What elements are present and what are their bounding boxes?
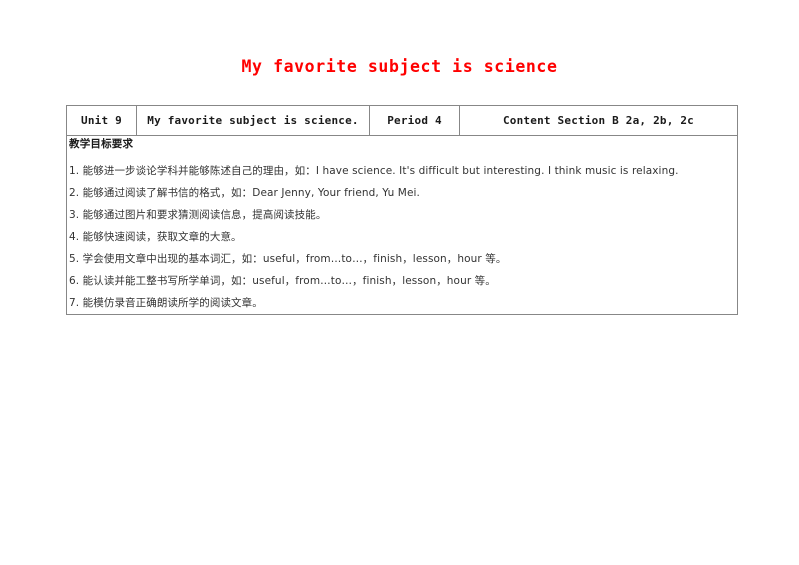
objectives-heading: 教学目标要求 <box>69 138 134 150</box>
header-cell-content: Content Section B 2a, 2b, 2c <box>459 105 738 136</box>
lesson-plan-table: Unit 9 My favorite subject is science. P… <box>66 105 738 315</box>
table-body-row: 教学目标要求 1. 能够进一步谈论学科并能够陈述自己的理由，如：I have s… <box>66 135 738 315</box>
list-item: 6. 能认读并能工整书写所学单词，如：useful，from…to…，finis… <box>69 275 496 287</box>
header-cell-period: Period 4 <box>369 105 460 136</box>
list-item: 1. 能够进一步谈论学科并能够陈述自己的理由，如：I have science.… <box>69 165 679 177</box>
table-header-row: Unit 9 My favorite subject is science. P… <box>66 105 738 136</box>
list-item: 7. 能模仿录音正确朗读所学的阅读文章。 <box>69 297 263 309</box>
objectives-list: 1. 能够进一步谈论学科并能够陈述自己的理由，如：I have science.… <box>67 160 737 314</box>
header-cell-unit: Unit 9 <box>66 105 137 136</box>
list-item: 3. 能够通过图片和要求猜测阅读信息，提高阅读技能。 <box>69 209 327 221</box>
header-cell-topic: My favorite subject is science. <box>136 105 370 136</box>
objectives-cell: 教学目标要求 1. 能够进一步谈论学科并能够陈述自己的理由，如：I have s… <box>66 135 738 315</box>
list-item: 2. 能够通过阅读了解书信的格式，如：Dear Jenny, Your frie… <box>69 187 420 199</box>
document-page: My favorite subject is science Unit 9 My… <box>0 0 799 565</box>
list-item: 4. 能够快速阅读，获取文章的大意。 <box>69 231 242 243</box>
list-item: 5. 学会使用文章中出现的基本词汇，如：useful，from…to…，fini… <box>69 253 507 265</box>
page-title: My favorite subject is science <box>241 57 558 76</box>
